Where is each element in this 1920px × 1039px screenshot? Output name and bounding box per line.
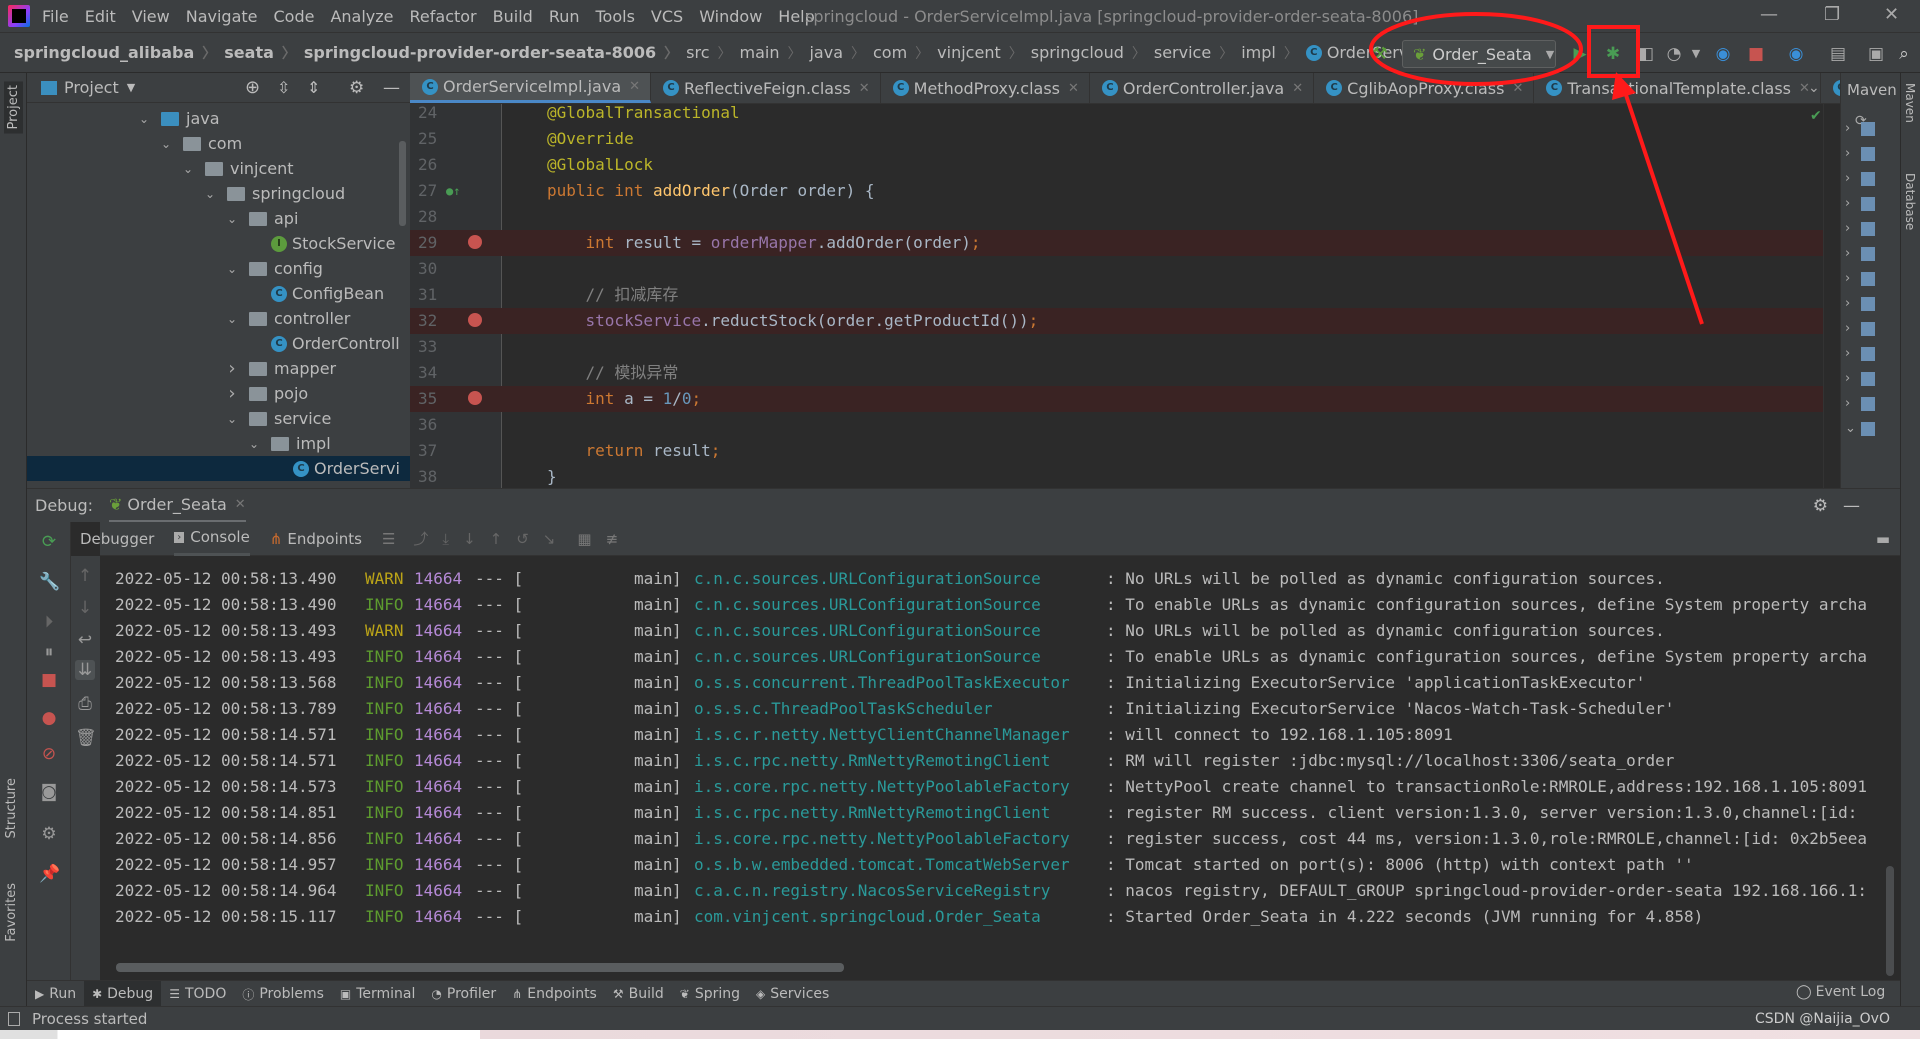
red-annotation-overlay xyxy=(1369,12,1704,325)
annotation-arrow-line xyxy=(1623,91,1704,325)
annotation-rectangle xyxy=(1587,25,1640,78)
annotation-ellipse xyxy=(1369,12,1583,86)
